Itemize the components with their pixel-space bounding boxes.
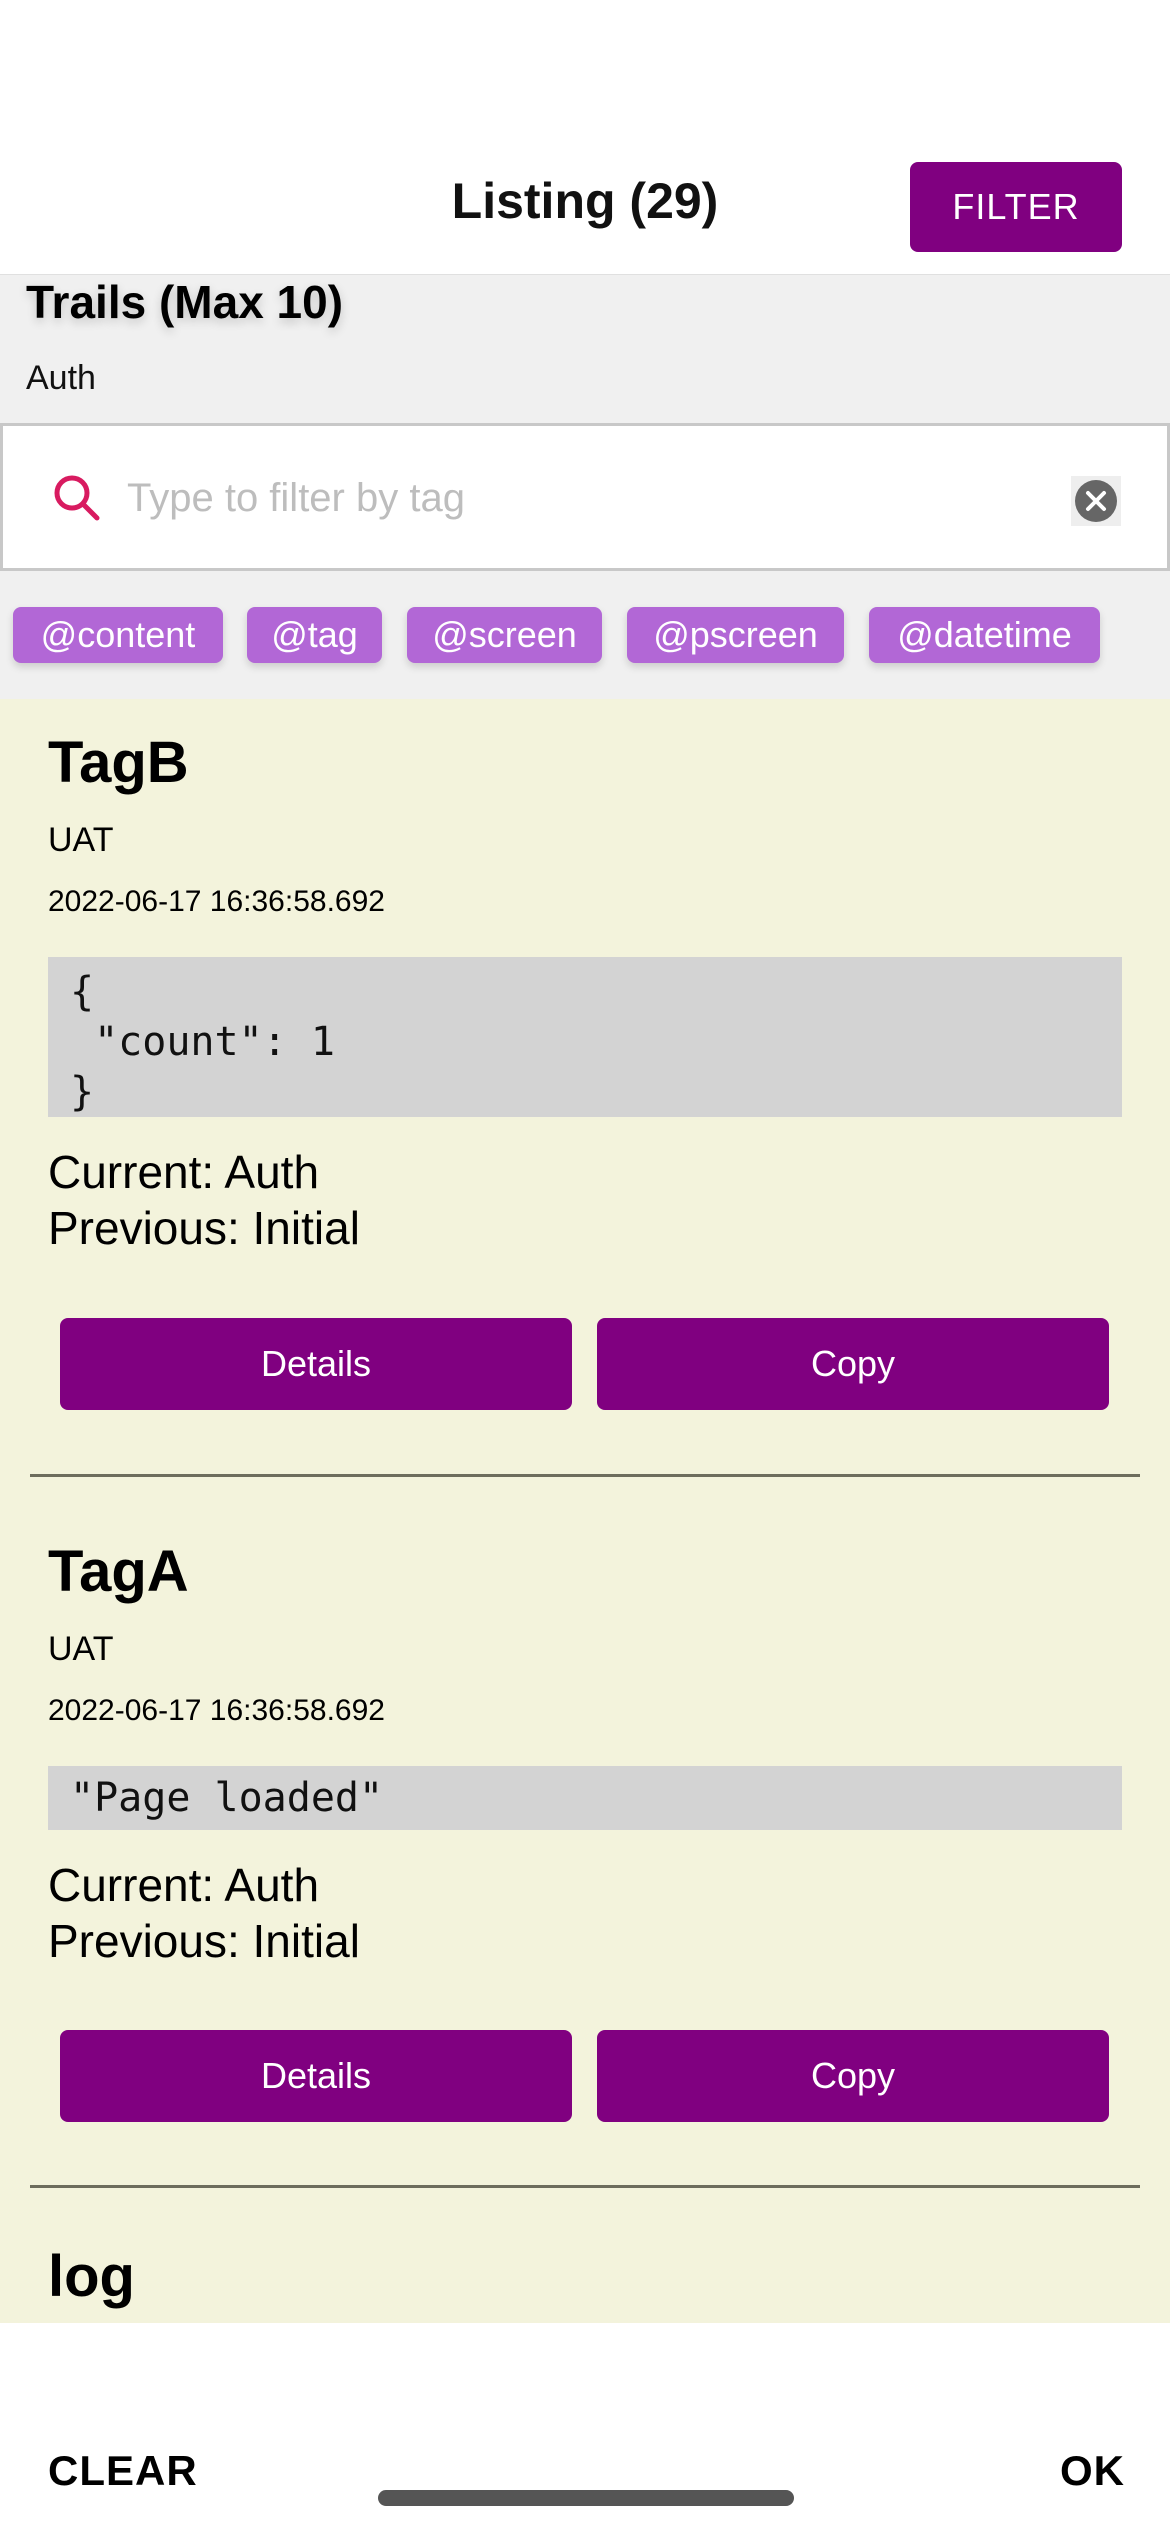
search-icon: [54, 475, 100, 521]
filter-chips: @content @tag @screen @pscreen @datetime: [0, 571, 1170, 699]
chip-content[interactable]: @content: [13, 607, 223, 663]
ok-button[interactable]: OK: [1060, 2447, 1125, 2495]
entry-previous: Previous: Initial: [48, 1915, 360, 1967]
entry-env: UAT: [48, 1630, 114, 1668]
details-button[interactable]: Details: [60, 2030, 572, 2122]
trails-title: Trails (Max 10): [26, 276, 344, 328]
entry-tag: TagA: [48, 1539, 189, 1604]
entry-previous: Previous: Initial: [48, 1202, 360, 1254]
copy-button[interactable]: Copy: [597, 1318, 1109, 1410]
chip-screen[interactable]: @screen: [407, 607, 602, 663]
trails-value: Auth: [26, 359, 96, 397]
entry-datetime: 2022-06-17 16:36:58.692: [48, 885, 385, 918]
entry-tag: TagB: [48, 730, 189, 795]
entry-current: Current: Auth: [48, 1859, 320, 1911]
clear-button[interactable]: CLEAR: [48, 2447, 198, 2495]
chip-datetime[interactable]: @datetime: [869, 607, 1100, 663]
chip-pscreen[interactable]: @pscreen: [627, 607, 844, 663]
search-bar: [0, 423, 1170, 571]
divider: [30, 2185, 1140, 2188]
entry-env: UAT: [48, 821, 114, 859]
chip-tag[interactable]: @tag: [247, 607, 382, 663]
details-button[interactable]: Details: [60, 1318, 572, 1410]
divider: [30, 1474, 1140, 1477]
log-list: TagB UAT 2022-06-17 16:36:58.692 { "coun…: [0, 699, 1170, 2323]
search-input[interactable]: [127, 462, 1027, 534]
entry-tag: log: [48, 2244, 135, 2309]
header: Listing (29) FILTER: [0, 0, 1170, 274]
trails-section: Trails (Max 10) Auth: [0, 274, 1170, 424]
entry-content: "Page loaded": [48, 1766, 1122, 1830]
listing-screen: Listing (29) FILTER Trails (Max 10) Auth…: [0, 0, 1170, 2532]
entry-datetime: 2022-06-17 16:36:58.692: [48, 1694, 385, 1727]
entry-content: { "count": 1 }: [48, 957, 1122, 1117]
filter-button[interactable]: FILTER: [910, 162, 1122, 252]
clear-search-icon[interactable]: [1071, 476, 1121, 526]
entry-current: Current: Auth: [48, 1146, 320, 1198]
home-indicator: [378, 2490, 794, 2506]
copy-button[interactable]: Copy: [597, 2030, 1109, 2122]
